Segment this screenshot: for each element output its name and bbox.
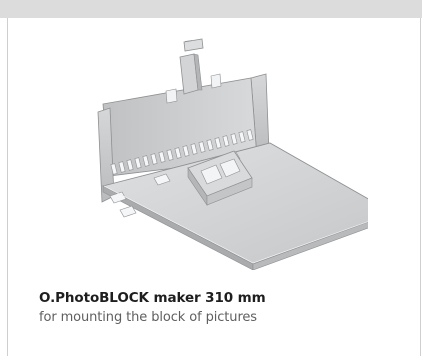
top-band — [0, 0, 422, 18]
product-image — [97, 38, 368, 270]
product-subtitle: for mounting the block of pictures — [39, 310, 257, 325]
page: O.PhotoBLOCK maker 310 mm for mounting t… — [0, 0, 422, 356]
product-title[interactable]: O.PhotoBLOCK maker 310 mm — [39, 290, 266, 306]
product-card[interactable]: O.PhotoBLOCK maker 310 mm for mounting t… — [7, 18, 421, 356]
